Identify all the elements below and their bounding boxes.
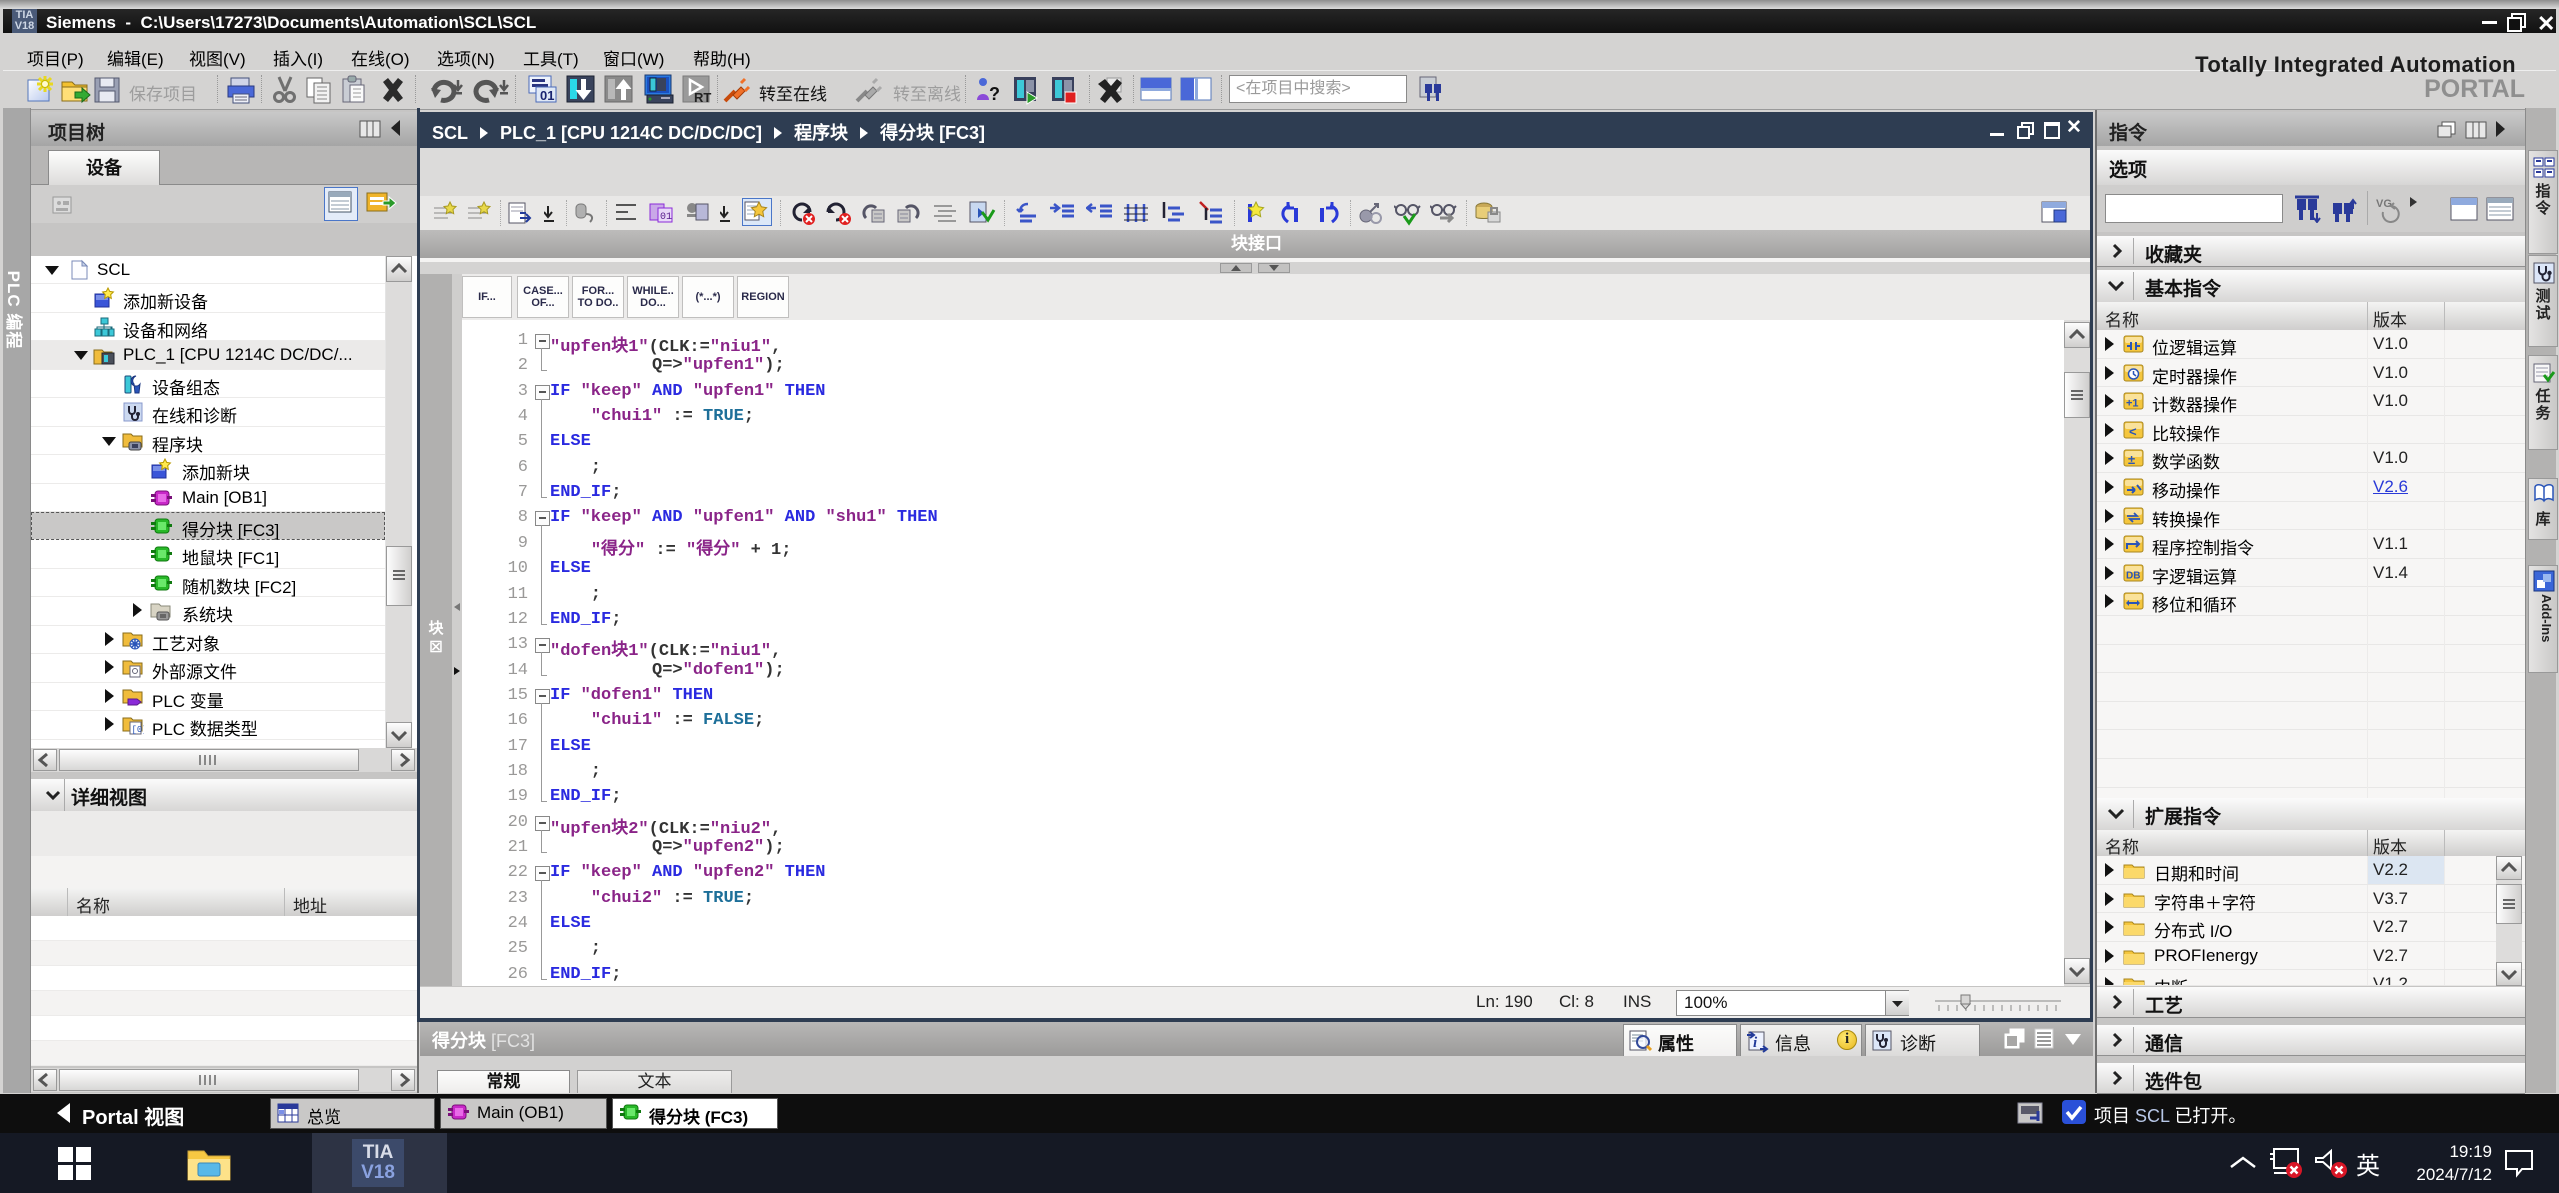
- svg-text:±: ±: [2128, 452, 2135, 467]
- svg-text:?: ?: [989, 84, 1000, 104]
- svg-text:01: 01: [660, 212, 672, 223]
- svg-text:<: <: [2129, 424, 2137, 439]
- svg-text:+1: +1: [2126, 398, 2139, 410]
- svg-text:VG: VG: [2376, 198, 2392, 210]
- svg-text:RT: RT: [694, 90, 711, 105]
- svg-text:01: 01: [540, 88, 554, 103]
- svg-text:DB: DB: [2126, 571, 2140, 582]
- svg-text:[0]: [0]: [132, 725, 145, 735]
